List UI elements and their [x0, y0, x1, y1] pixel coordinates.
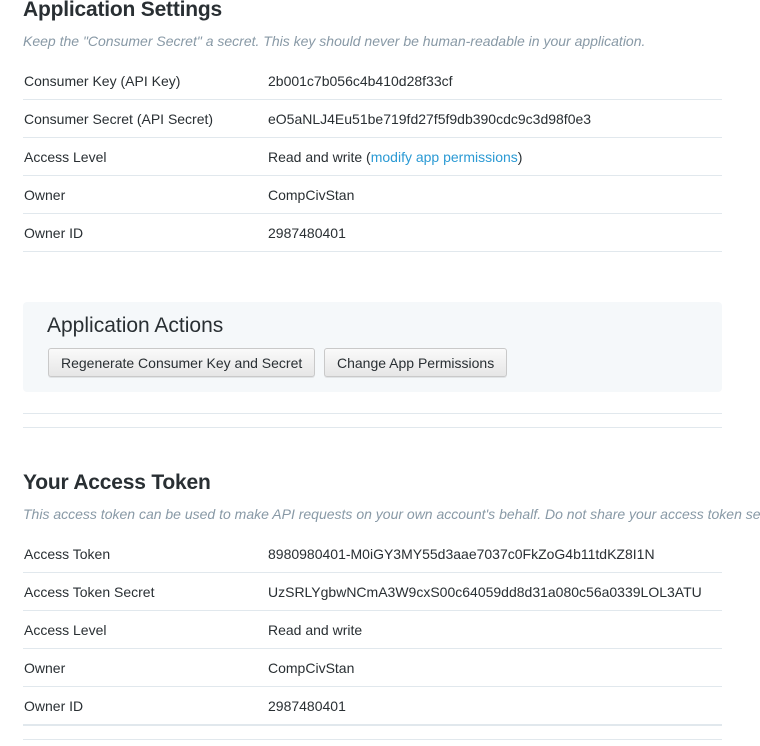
change-app-permissions-button[interactable]: Change App Permissions — [324, 348, 508, 377]
consumer-secret-value: eO5aNLJ4Eu51be719fd27f5f9db390cdc9c3d98f… — [268, 110, 592, 127]
owner-value: CompCivStan — [268, 186, 355, 203]
token-owner-id-label: Owner ID — [24, 697, 84, 714]
table-row: Access Level Read and write — [23, 611, 722, 649]
access-token-title: Your Access Token — [23, 471, 211, 494]
table-row: Owner ID 2987480401 — [23, 214, 722, 252]
table-row: Access Token 8980980401-M0iGY3MY55d3aae7… — [23, 535, 722, 573]
divider — [23, 413, 722, 414]
table-row: Owner ID 2987480401 — [23, 687, 722, 726]
table-row: Owner CompCivStan — [23, 649, 722, 687]
divider — [23, 427, 722, 428]
table-row: Consumer Secret (API Secret) eO5aNLJ4Eu5… — [23, 100, 722, 138]
access-token-secret-value: UzSRLYgbwNCmA3W9cxS00c64059dd8d31a080c56… — [268, 583, 702, 600]
app-settings-table: Consumer Key (API Key) 2b001c7b056c4b410… — [23, 62, 722, 252]
owner-id-value: 2987480401 — [268, 224, 346, 241]
regenerate-consumer-key-button[interactable]: Regenerate Consumer Key and Secret — [48, 348, 316, 377]
access-token-subtitle: This access token can be used to make AP… — [23, 506, 760, 522]
access-level-suffix: ) — [517, 148, 523, 165]
consumer-key-value: 2b001c7b056c4b410d28f33cf — [268, 72, 453, 89]
access-level-value: Read and write (modify app permissions) — [268, 149, 522, 165]
table-row: Consumer Key (API Key) 2b001c7b056c4b410… — [23, 62, 722, 100]
token-owner-id-value: 2987480401 — [268, 697, 346, 714]
application-actions-title: Application Actions — [47, 314, 224, 337]
token-access-level-label: Access Level — [24, 621, 107, 638]
divider — [23, 739, 722, 740]
access-token-value: 8980980401-M0iGY3MY55d3aae7037c0FkZoG4b1… — [268, 545, 655, 562]
owner-label: Owner — [24, 186, 66, 203]
consumer-key-label: Consumer Key (API Key) — [24, 72, 181, 89]
access-token-label: Access Token — [24, 545, 111, 562]
modify-app-permissions-link[interactable]: modify app permissions — [371, 149, 518, 165]
access-level-prefix: Read and write ( — [268, 148, 371, 165]
owner-id-label: Owner ID — [24, 224, 84, 241]
token-owner-label: Owner — [24, 659, 66, 676]
app-settings-title: Application Settings — [23, 0, 223, 21]
access-token-table: Access Token 8980980401-M0iGY3MY55d3aae7… — [23, 535, 722, 726]
application-actions-panel: Application Actions Regenerate Consumer … — [23, 302, 722, 392]
access-level-label: Access Level — [24, 148, 107, 165]
table-row: Owner CompCivStan — [23, 176, 722, 214]
table-row: Access Level Read and write (modify app … — [23, 138, 722, 176]
table-row: Access Token Secret UzSRLYgbwNCmA3W9cxS0… — [23, 573, 722, 611]
app-settings-subtitle: Keep the "Consumer Secret" a secret. Thi… — [23, 33, 646, 49]
token-access-level-value: Read and write — [268, 621, 363, 638]
access-token-secret-label: Access Token Secret — [24, 583, 155, 600]
token-owner-value: CompCivStan — [268, 659, 355, 676]
consumer-secret-label: Consumer Secret (API Secret) — [24, 110, 214, 127]
